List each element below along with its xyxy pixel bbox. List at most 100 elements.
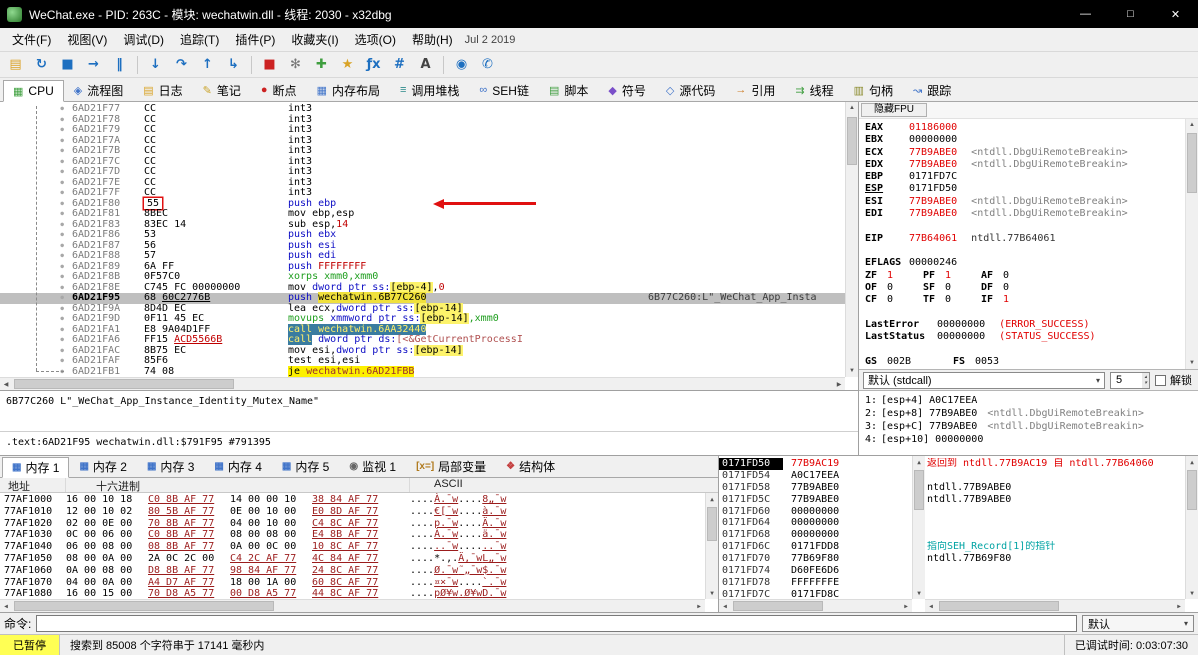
tab-memory-5[interactable]: ▦ 内存 5 [272,456,339,477]
stack-row[interactable]: 0171FD74 D60FE6D6 [719,565,912,577]
step-over-button[interactable]: ↷ [169,54,194,76]
argument-row[interactable]: 1: [esp+4] A0C17EEA [865,394,1192,407]
dump-vscrollbar[interactable]: ▲ ▼ [705,493,718,599]
stack-row[interactable]: 0171FD54 A0C17EEA [719,470,912,482]
tab-watch-1[interactable]: ◉ 监视 1 [339,456,406,477]
disasm-row[interactable]: ● 6AD21F83 83EC 14 sub esp,14 [0,219,845,231]
disasm-row[interactable]: ● 6AD21F9D 0F11 45 EC movups xmmword ptr ss… [0,313,845,325]
stack-row[interactable]: 0171FD50 77B9AC19 [719,458,912,470]
disasm-row[interactable]: ● 6AD21F7D CC int3 [0,166,845,178]
argument-row[interactable]: 3: [esp+C] 77B9ABE0 <ntdll.DbgUiRemoteBrea… [865,420,1192,433]
disasm-row[interactable]: ● 6AD21F7E CC int3 [0,177,845,189]
tab-handles[interactable]: ▥ 句柄 [844,79,903,101]
stack-row[interactable]: 0171FD78 FFFFFFFE [719,577,912,589]
menu-item-favourites[interactable]: 收藏夹(I) [283,28,346,51]
disasm-row[interactable]: ● 6AD21F7B CC int3 [0,145,845,157]
menu-item-plugins[interactable]: 插件(P) [227,28,283,51]
tab-notes[interactable]: ✎ 笔记 [193,79,251,101]
dump-row[interactable]: 77AF1030 0C 00 06 00 C0 8B AF 77 08 00 08 0… [0,529,705,541]
stack-row[interactable]: 0171FD7C 0171FD8C [719,589,912,599]
command-input[interactable] [36,615,1077,632]
maximize-button[interactable]: □ [1108,0,1153,28]
disasm-row[interactable]: ● 6AD21FAC 8B75 EC mov esi,dword ptr ss:[eb… [0,344,845,357]
restart-button[interactable]: ↻ [29,54,54,76]
stack-hscrollbar[interactable]: ◀ ▶ [719,599,912,612]
calculator-button[interactable]: ƒx [361,54,386,76]
disasm-row[interactable]: ● 6AD21F86 53 push ebx [0,229,845,241]
step-out-button[interactable]: ↑ [195,54,220,76]
menu-item-debug[interactable]: 调试(D) [115,28,172,51]
calling-convention-select[interactable]: 默认 (stdcall) ▾ [863,371,1105,389]
disasm-row[interactable]: ● 6AD21F7F CC int3 [0,187,845,199]
tab-source[interactable]: ◇ 源代码 [656,79,725,101]
menu-item-view[interactable]: 视图(V) [59,28,115,51]
menu-item-options[interactable]: 选项(O) [347,28,404,51]
stop-button[interactable]: ■ [55,54,80,76]
disasm-row[interactable]: ● 6AD21F77 CC int3 [0,103,845,115]
tab-cpu[interactable]: ▦ CPU [3,80,64,102]
disasm-row[interactable]: ● 6AD21FB1 74 08 je wechatwin.6AD21FBB [0,365,845,378]
dump-row[interactable]: 77AF1050 08 00 0A 00 2A 0C 2C 00 C4 2C AF 7… [0,553,705,565]
search-button[interactable]: ◉ [449,54,474,76]
tab-call-stack[interactable]: ≡ 调用堆栈 [390,79,469,101]
stack-row[interactable]: 0171FD5C 77B9ABE0 [719,494,912,506]
tab-trace[interactable]: ↝ 跟踪 [903,79,961,101]
open-file-button[interactable]: ▤ [3,54,28,76]
stack-row[interactable]: 0171FD6C 0171FDD8 [719,541,912,553]
disasm-row[interactable]: ● 6AD21F95 68 60C2776B push wechatwin.6B77C… [0,292,845,304]
argument-row[interactable]: 4: [esp+10] 00000000 [865,433,1192,446]
tab-locals[interactable]: [x=] 局部变量 [406,456,496,477]
tab-memory-1[interactable]: ▦ 内存 1 [2,457,70,478]
dump-row[interactable]: 77AF1040 06 00 08 00 08 8B AF 77 0A 00 0C 0… [0,541,705,553]
disasm-row[interactable]: ● 6AD21F88 57 push edi [0,250,845,262]
dump-hscrollbar[interactable]: ◀ ▶ [0,599,705,612]
dump-row[interactable]: 77AF1070 04 00 0A 00 A4 D7 AF 77 18 00 1A 0… [0,577,705,589]
stack-comments-hscrollbar[interactable]: ◀ ▶ [925,599,1185,612]
menu-item-trace[interactable]: 追踪(T) [172,28,227,51]
argument-count-spinner[interactable]: 5 ▴ ▾ [1110,371,1150,389]
disassembly-vscrollbar[interactable]: ▲ ▼ [845,102,858,377]
update-button[interactable]: ✆ [475,54,500,76]
disasm-row[interactable]: ● 6AD21F78 CC int3 [0,114,845,126]
unlock-checkbox[interactable] [1155,374,1166,386]
step-into-button[interactable]: ↓ [143,54,168,76]
tab-graph[interactable]: ◈ 流程图 [64,79,133,101]
execute-till-return-button[interactable]: ↳ [221,54,246,76]
dump-row[interactable]: 77AF1080 16 00 15 00 70 D8 A5 77 00 D8 A5 7… [0,588,705,599]
dump-row[interactable]: 77AF1060 0A 00 08 00 D8 8B AF 77 98 84 AF 7… [0,565,705,577]
settings-button[interactable]: ✻ [283,54,308,76]
tab-symbols[interactable]: ◆ 符号 [598,79,655,101]
dump-row[interactable]: 77AF1010 12 00 10 02 80 5B AF 77 0E 00 10 0… [0,506,705,518]
disasm-row[interactable]: ● 6AD21F81 8BEC mov ebp,esp [0,208,845,220]
tab-memory-4[interactable]: ▦ 内存 4 [204,456,271,477]
argument-row[interactable]: 2: [esp+8] 77B9ABE0 <ntdll.DbgUiRemoteBrea… [865,407,1192,420]
registers-vscrollbar[interactable]: ▲ ▼ [1185,119,1198,369]
patches-button[interactable]: # [387,54,412,76]
dump-row[interactable]: 77AF1000 16 00 10 18 C0 8B AF 77 14 00 00 1… [0,494,705,506]
menu-item-help[interactable]: 帮助(H) [404,28,461,51]
disasm-row[interactable]: ● 6AD21F80 55 push ebp [0,198,845,210]
pause-button[interactable]: ‖ [107,54,132,76]
stack-row[interactable]: 0171FD64 00000000 [719,517,912,529]
disasm-row[interactable]: ● 6AD21F89 6A FF push FFFFFFFF [0,261,845,273]
tab-seh-chain[interactable]: ∞ SEH链 [469,79,539,101]
dump-row[interactable]: 77AF1020 02 00 0E 00 70 8B AF 77 04 00 10 0… [0,518,705,530]
tab-struct[interactable]: ❖ 结构体 [496,456,565,477]
comments-button[interactable]: A [413,54,438,76]
stack-comments-vscrollbar[interactable]: ▲ ▼ [1185,456,1198,599]
close-button[interactable]: ✕ [1153,0,1198,28]
tab-references[interactable]: → 引用 [725,79,785,101]
run-button[interactable]: → [81,54,106,76]
stack-vscrollbar[interactable]: ▲ ▼ [912,456,925,599]
tab-memory-3[interactable]: ▦ 内存 3 [137,456,204,477]
advanced-breakpoint-button[interactable]: ■ [257,54,282,76]
stack-row[interactable]: 0171FD68 00000000 [719,529,912,541]
tab-script[interactable]: ▤ 脚本 [539,79,598,101]
plugins-button[interactable]: ✚ [309,54,334,76]
hide-fpu-button[interactable]: 隐藏FPU [861,103,927,117]
stack-row[interactable]: 0171FD58 77B9ABE0 [719,482,912,494]
tab-memory-2[interactable]: ▦ 内存 2 [69,456,136,477]
disasm-row[interactable]: ● 6AD21F7C CC int3 [0,156,845,168]
tab-memory-map[interactable]: ▦ 内存布局 [307,79,390,101]
menu-item-file[interactable]: 文件(F) [4,28,59,51]
